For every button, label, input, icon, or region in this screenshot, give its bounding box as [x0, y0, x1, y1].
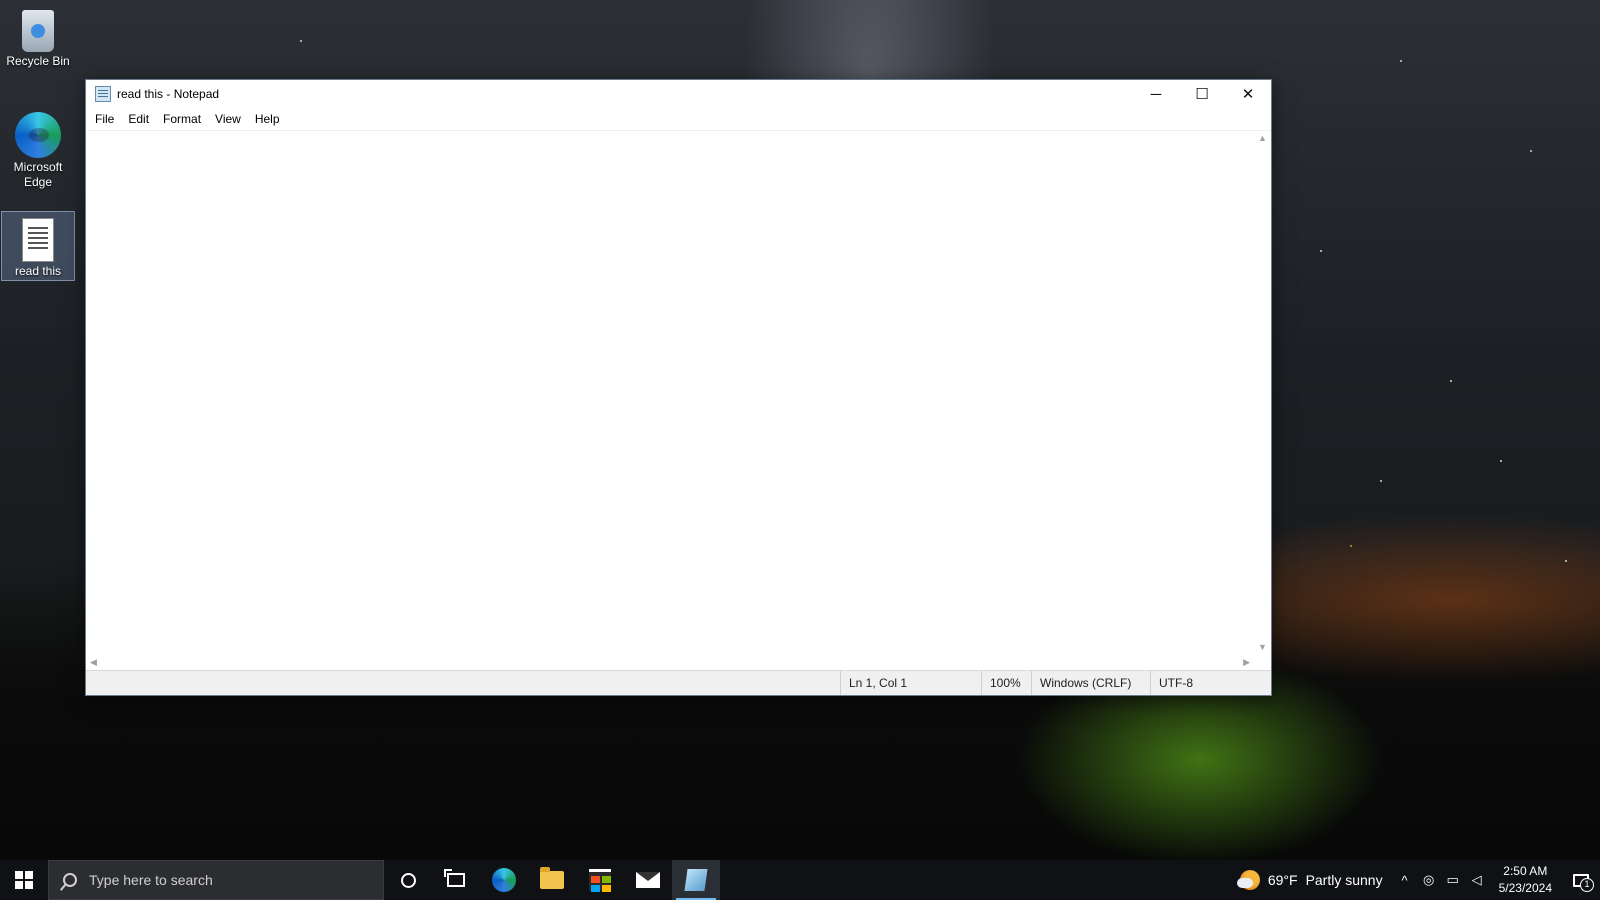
volume-muted-icon[interactable]: ◁ — [1465, 872, 1489, 888]
menu-help[interactable]: Help — [248, 112, 287, 126]
menu-file[interactable]: File — [88, 112, 121, 126]
show-hidden-icons-chevron-icon[interactable]: ^ — [1393, 873, 1417, 888]
taskbar-notepad[interactable] — [672, 860, 720, 900]
network-icon[interactable]: ▭ — [1441, 872, 1465, 888]
action-center-button[interactable]: 1 — [1562, 860, 1600, 900]
taskbar-file-explorer[interactable] — [528, 860, 576, 900]
meet-now-icon[interactable]: ◎ — [1417, 872, 1441, 888]
taskbar-search[interactable]: Type here to search — [48, 860, 384, 900]
status-zoom: 100% — [981, 671, 1021, 695]
desktop-icon-label: Microsoft Edge — [13, 160, 63, 189]
search-placeholder: Type here to search — [89, 872, 213, 888]
desktop-icon-microsoft-edge[interactable]: Microsoft Edge — [2, 106, 74, 194]
store-icon — [589, 869, 611, 892]
close-button[interactable]: ✕ — [1225, 80, 1271, 108]
desktop-icon-label: read this — [14, 264, 62, 278]
taskbar-mail[interactable] — [624, 860, 672, 900]
scroll-left-icon[interactable]: ◀ — [90, 657, 97, 668]
mail-icon — [636, 872, 660, 888]
edge-icon — [15, 112, 61, 158]
clock[interactable]: 2:50 AM 5/23/2024 — [1489, 863, 1562, 897]
start-icon — [15, 871, 33, 889]
cortana-button[interactable] — [384, 860, 432, 900]
horizontal-scrollbar[interactable]: ◀ ▶ — [86, 654, 1254, 671]
taskbar-edge[interactable] — [480, 860, 528, 900]
status-line-ending: Windows (CRLF) — [1031, 671, 1131, 695]
desktop-icon-read-this[interactable]: read this — [1, 211, 75, 281]
clock-date: 5/23/2024 — [1498, 881, 1552, 895]
notepad-window: read this - Notepad ─ ☐ ✕ File Edit Form… — [85, 79, 1272, 696]
minimize-button[interactable]: ─ — [1133, 80, 1179, 108]
clock-time: 2:50 AM — [1503, 864, 1548, 878]
weather-widget[interactable]: 69°F Partly sunny — [1230, 860, 1393, 900]
text-file-icon — [22, 218, 54, 262]
weather-temp: 69°F — [1267, 872, 1298, 888]
desktop-icon-label: Recycle Bin — [6, 54, 70, 68]
task-view-button[interactable] — [432, 860, 480, 900]
edge-icon — [492, 868, 516, 892]
text-editor[interactable] — [86, 131, 1254, 654]
notepad-icon — [95, 86, 111, 102]
taskbar-store[interactable] — [576, 860, 624, 900]
title-bar[interactable]: read this - Notepad ─ ☐ ✕ — [86, 80, 1271, 108]
menu-view[interactable]: View — [208, 112, 248, 126]
scroll-down-icon[interactable]: ▼ — [1258, 642, 1267, 652]
desktop-icon-recycle-bin[interactable]: Recycle Bin — [2, 4, 74, 76]
file-explorer-icon — [540, 867, 564, 889]
weather-condition: Partly sunny — [1305, 872, 1383, 888]
taskbar: Type here to search 69°F Partly sunny ^ … — [0, 860, 1600, 900]
scroll-up-icon[interactable]: ▲ — [1258, 133, 1267, 143]
search-icon — [63, 873, 77, 887]
vertical-scrollbar[interactable]: ▲ ▼ — [1254, 131, 1271, 654]
menu-format[interactable]: Format — [156, 112, 208, 126]
weather-icon — [1236, 870, 1260, 890]
maximize-button[interactable]: ☐ — [1179, 80, 1225, 108]
window-title: read this - Notepad — [117, 87, 220, 101]
cortana-icon — [400, 872, 416, 888]
menu-bar: File Edit Format View Help — [86, 108, 1271, 130]
menu-edit[interactable]: Edit — [121, 112, 156, 126]
task-view-icon — [444, 869, 465, 887]
scroll-right-icon[interactable]: ▶ — [1243, 657, 1250, 668]
recycle-bin-icon — [22, 10, 54, 52]
system-tray: 69°F Partly sunny ^ ◎ ▭ ◁ 2:50 AM 5/23/2… — [1230, 860, 1600, 900]
status-bar: Ln 1, Col 1 100% Windows (CRLF) UTF-8 — [86, 670, 1271, 695]
notepad-icon — [684, 869, 708, 891]
editor-area: ▲ ▼ ◀ ▶ — [86, 130, 1271, 671]
status-cursor-position: Ln 1, Col 1 — [840, 671, 907, 695]
start-button[interactable] — [0, 860, 48, 900]
status-encoding: UTF-8 — [1150, 671, 1193, 695]
notification-count-badge: 1 — [1580, 878, 1594, 892]
